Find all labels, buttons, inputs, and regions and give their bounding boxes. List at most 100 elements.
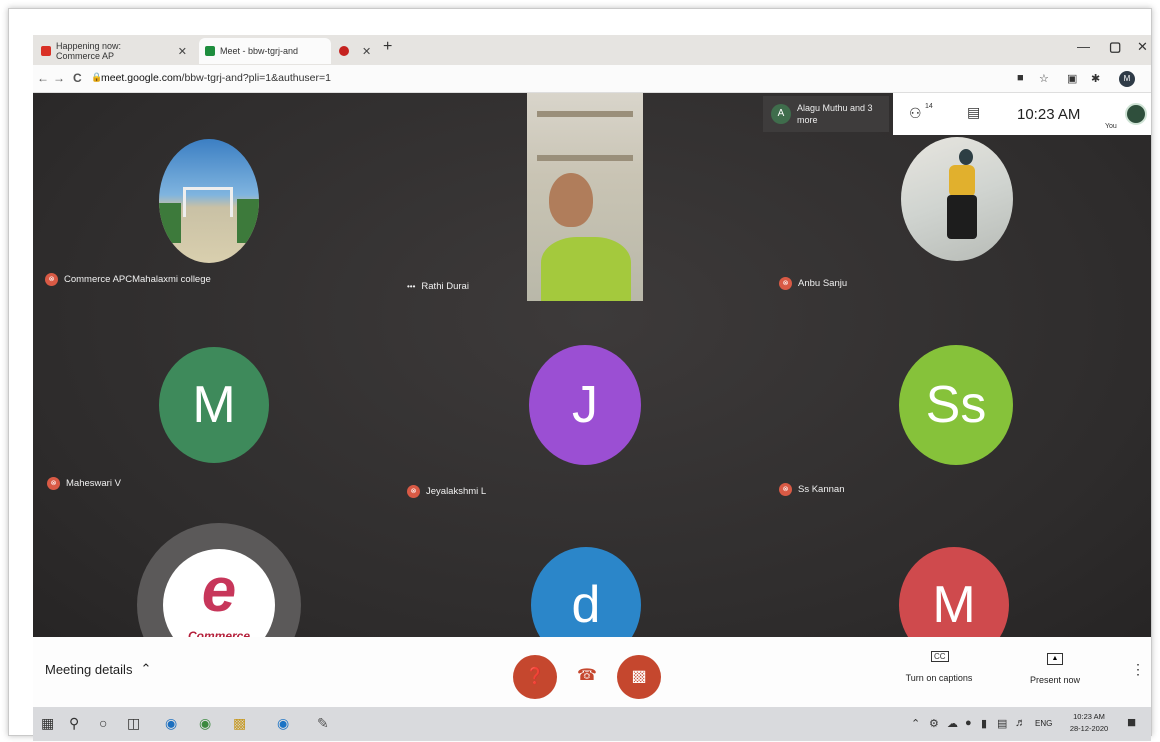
reload-icon[interactable]: C — [73, 71, 82, 85]
participants-chip[interactable]: A Alagu Muthu and 3 more — [763, 96, 889, 132]
mic-toggle-button[interactable]: ❓ — [513, 655, 557, 699]
participants-count: 14 — [925, 103, 933, 110]
gmail-icon — [41, 46, 51, 56]
puzzle-icon[interactable]: ✱ — [1091, 72, 1100, 85]
participant-video-rathi — [527, 93, 643, 301]
commerce-logo-mark: e — [201, 556, 237, 625]
chat-icon[interactable]: ▤ — [967, 104, 980, 121]
meet-grid: ⊗ Commerce APCMahalaxmi college ••• Rath… — [33, 93, 1151, 687]
close-window-icon[interactable]: ✕ — [1137, 39, 1148, 55]
present-now-label[interactable]: Present now — [1019, 675, 1091, 685]
tree-shape — [237, 199, 259, 243]
cortana-icon[interactable]: ○ — [99, 715, 107, 731]
person-body-shape — [541, 237, 631, 301]
search-icon[interactable]: ⚲ — [69, 715, 79, 732]
back-icon[interactable]: ← — [37, 71, 49, 85]
hang-up-button[interactable]: ☎ — [577, 665, 597, 685]
participant-name: Rathi Durai — [421, 281, 469, 292]
meet-bottom-bar: Meeting details ⌃ ❓ ☎ ▩ CC Turn on capti… — [33, 637, 1151, 709]
participant-name: Jeyalakshmi L — [426, 486, 487, 497]
address-bar: ← → C 🔒 meet.google.com/bbw-tgrj-and?pli… — [33, 65, 1151, 93]
meeting-details-button[interactable]: Meeting details ⌃ — [45, 661, 151, 677]
volume-icon[interactable]: ♬ — [1015, 717, 1026, 729]
tab-meet[interactable]: Meet - bbw-tgrj-and — [199, 38, 331, 64]
taskbar-time[interactable]: 10:23 AM — [1063, 712, 1115, 721]
captions-icon[interactable]: CC — [931, 651, 949, 662]
chevron-up-icon[interactable]: ⌃ — [911, 717, 920, 730]
url-domain: meet.google.com — [101, 72, 182, 84]
cloud-icon[interactable]: ☁ — [947, 717, 958, 730]
person-jacket-shape — [949, 165, 975, 197]
settings-tray-icon[interactable]: ⚙ — [929, 717, 939, 730]
forward-icon[interactable]: → — [53, 71, 65, 85]
store-icon[interactable]: ◉ — [277, 715, 289, 732]
person-head-shape — [549, 173, 593, 227]
mic-off-icon: ⊗ — [779, 483, 792, 496]
camera-icon[interactable]: ■ — [1017, 72, 1024, 84]
participant-name: Commerce APCMahalaxmi college — [64, 274, 211, 285]
mic-off-icon: ❓ — [525, 668, 545, 685]
mic-off-icon: ⊗ — [47, 477, 60, 490]
file-explorer-icon[interactable]: ▩ — [233, 715, 246, 732]
shelf-shape — [537, 155, 633, 161]
avatar-jeyalakshmi: J — [529, 345, 641, 465]
chevron-up-icon: ⌃ — [140, 661, 152, 676]
tile-label-anbu: ⊗ Anbu Sanju — [779, 277, 847, 290]
url-field[interactable]: meet.google.com/bbw-tgrj-and?pli=1&authu… — [101, 72, 331, 84]
language-indicator[interactable]: ENG — [1035, 719, 1052, 728]
notifications-icon[interactable]: ■ — [1127, 714, 1136, 731]
chip-avatar: A — [771, 104, 791, 124]
close-tab-icon[interactable]: ✕ — [362, 45, 371, 58]
participant-name: Ss Kannan — [798, 484, 845, 495]
present-icon[interactable]: ▲ — [1047, 653, 1063, 665]
minimize-icon[interactable]: — — [1077, 39, 1090, 54]
mic-icon[interactable]: ● — [965, 717, 972, 729]
mic-off-icon: ⊗ — [407, 485, 420, 498]
battery-icon[interactable]: ▮ — [981, 717, 987, 730]
photo-frame: Happening now: Commerce AP ✕ Meet - bbw-… — [8, 8, 1152, 741]
windows-start-icon[interactable]: ▦ — [41, 715, 54, 732]
turn-on-captions-label[interactable]: Turn on captions — [899, 673, 979, 683]
screen: Happening now: Commerce AP ✕ Meet - bbw-… — [33, 35, 1151, 741]
new-tab-button[interactable]: + — [383, 38, 392, 56]
shelf-shape — [537, 111, 633, 117]
people-icon[interactable]: ⚇ — [909, 105, 922, 122]
you-label: You — [1105, 123, 1117, 130]
self-avatar[interactable] — [1125, 103, 1147, 125]
tile-label-rathi: ••• Rathi Durai — [407, 281, 469, 292]
mic-off-icon: ⊗ — [45, 273, 58, 286]
network-icon[interactable]: ▤ — [997, 717, 1007, 730]
star-icon[interactable]: ☆ — [1039, 72, 1049, 85]
camera-toggle-button[interactable]: ▩ — [617, 655, 661, 699]
meet-top-bar: ⚇ 14 ▤ 10:23 AM You — [893, 93, 1151, 135]
edge-icon[interactable]: ◉ — [165, 715, 177, 732]
person-head-shape — [959, 149, 973, 165]
profile-avatar[interactable]: M — [1119, 71, 1135, 87]
meeting-details-label: Meeting details — [45, 661, 133, 677]
extension-icon[interactable]: ▣ — [1067, 72, 1077, 85]
meet-icon — [205, 46, 215, 56]
participant-name: Anbu Sanju — [798, 278, 848, 289]
tile-label-ss-kannan: ⊗ Ss Kannan — [779, 483, 844, 496]
chrome-icon[interactable]: ◉ — [199, 715, 211, 732]
participant-name: Maheswari V — [66, 478, 121, 489]
avatar-maheswari: M — [159, 347, 269, 463]
taskbar-date[interactable]: 28-12-2020 — [1063, 724, 1115, 733]
participant-photo-anbu — [901, 137, 1013, 261]
maximize-icon[interactable]: ▢ — [1109, 39, 1121, 55]
tree-shape — [159, 203, 181, 243]
more-options-icon[interactable]: ⋮ — [1131, 661, 1145, 678]
tab-label: Meet - bbw-tgrj-and — [220, 46, 299, 56]
meet-clock: 10:23 AM — [1017, 106, 1081, 123]
task-view-icon[interactable]: ◫ — [127, 715, 140, 732]
tab-happening-now[interactable]: Happening now: Commerce AP ✕ — [35, 38, 193, 64]
participant-photo-commerce — [159, 139, 259, 263]
more-options-icon[interactable]: ••• — [407, 282, 415, 291]
url-path: /bbw-tgrj-and?pli=1&authuser=1 — [181, 72, 331, 84]
pen-icon[interactable]: ✎ — [317, 715, 329, 732]
windows-taskbar: ▦ ⚲ ○ ◫ ◉ ◉ ▩ ◉ ✎ ⌃ ⚙ ☁ ● ▮ ▤ ♬ ENG 10:2… — [33, 707, 1151, 741]
tile-label-maheswari: ⊗ Maheswari V — [47, 477, 121, 490]
close-tab-icon[interactable]: ✕ — [178, 45, 187, 58]
camera-off-icon: ▩ — [631, 668, 647, 685]
tab-recording[interactable]: ✕ — [333, 38, 375, 64]
